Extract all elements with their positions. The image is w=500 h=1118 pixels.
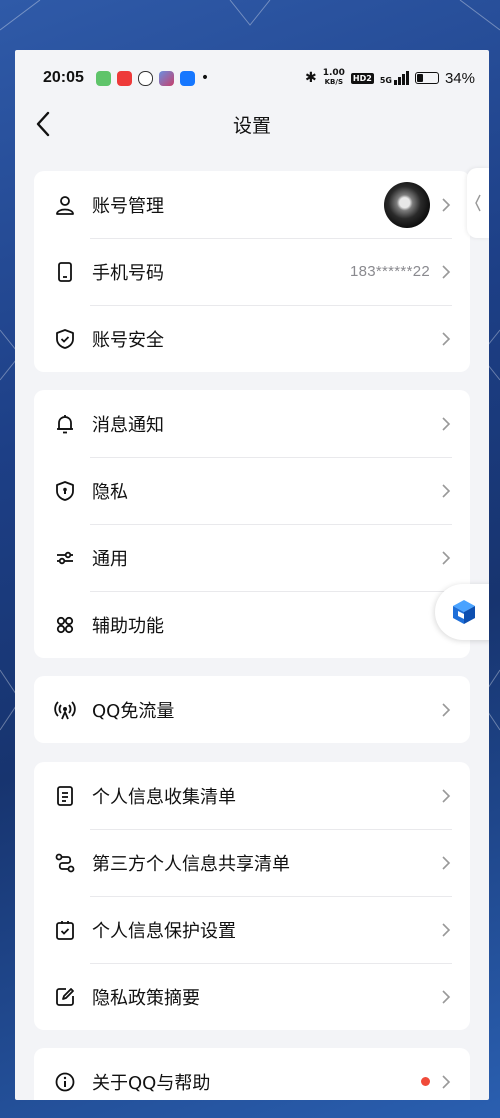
signal-type: 5G xyxy=(379,76,392,85)
chevron-right-icon xyxy=(442,264,451,279)
account-group: 账号管理 手机号码 183******22 账号安全 xyxy=(34,171,470,372)
share-icon xyxy=(54,852,76,874)
chevron-right-icon xyxy=(442,922,451,937)
chevron-right-icon xyxy=(442,483,451,498)
row-about-help[interactable]: 关于QQ与帮助 xyxy=(34,1048,470,1100)
shield-check-icon xyxy=(54,328,76,350)
row-account-security[interactable]: 账号安全 xyxy=(34,305,470,372)
privacy-shield-icon xyxy=(54,480,76,502)
phone-icon xyxy=(54,261,76,283)
chevron-right-icon xyxy=(442,416,451,431)
row-accessibility[interactable]: 辅助功能 xyxy=(34,591,470,658)
music-app-icon xyxy=(116,70,132,86)
sliders-icon xyxy=(54,547,76,569)
row-account-management[interactable]: 账号管理 xyxy=(34,171,470,238)
row-label: 个人信息收集清单 xyxy=(92,786,236,808)
notification-app-icons: • xyxy=(95,70,210,86)
phone-screen: 20:05 • ✱ 1.00 KB/S HD2 5G 34% 设置 账号管理 手… xyxy=(15,50,489,1100)
chevron-right-icon xyxy=(442,702,451,717)
bluetooth-icon: ✱ xyxy=(304,70,317,86)
row-label: 关于QQ与帮助 xyxy=(92,1072,211,1094)
new-badge-dot xyxy=(421,1077,430,1086)
signal-icon: 5G xyxy=(380,71,409,85)
row-label: 第三方个人信息共享清单 xyxy=(92,853,290,875)
row-label: 隐私政策摘要 xyxy=(92,987,200,1009)
green-app-icon xyxy=(95,70,111,86)
nav-bar: 设置 xyxy=(15,106,489,142)
user-icon xyxy=(54,194,76,216)
row-label: 账号管理 xyxy=(92,195,164,217)
more-notifications-dot: • xyxy=(200,70,210,86)
net-speed-unit: KB/S xyxy=(324,78,343,86)
chevron-right-icon xyxy=(442,331,451,346)
row-phone-number[interactable]: 手机号码 183******22 xyxy=(34,238,470,305)
wechat-icon xyxy=(137,70,153,86)
net-speed-value: 1.00 xyxy=(322,68,345,78)
chevron-right-icon xyxy=(442,788,451,803)
about-group: 关于QQ与帮助 xyxy=(34,1048,470,1100)
grid-icon xyxy=(54,614,76,636)
chevron-left-icon xyxy=(475,194,481,212)
avatar[interactable] xyxy=(384,181,430,228)
status-time: 20:05 xyxy=(43,69,84,86)
row-label: 消息通知 xyxy=(92,414,164,436)
row-label: 辅助功能 xyxy=(92,615,164,637)
row-notifications[interactable]: 消息通知 xyxy=(34,390,470,457)
row-info-collection-list[interactable]: 个人信息收集清单 xyxy=(34,762,470,829)
row-qq-free-data[interactable]: QQ免流量 xyxy=(34,676,470,743)
general-group: 消息通知 隐私 通用 辅助功能 xyxy=(34,390,470,658)
side-drawer-handle[interactable] xyxy=(467,168,489,238)
row-info-protection-settings[interactable]: 个人信息保护设置 xyxy=(34,896,470,963)
row-label: 账号安全 xyxy=(92,329,164,351)
document-icon xyxy=(54,785,76,807)
net-speed: 1.00 KB/S xyxy=(323,69,345,87)
chevron-right-icon xyxy=(442,550,451,565)
edit-icon xyxy=(54,986,76,1008)
row-privacy-policy-summary[interactable]: 隐私政策摘要 xyxy=(34,963,470,1030)
floating-assistant-button[interactable] xyxy=(435,584,489,640)
row-privacy[interactable]: 隐私 xyxy=(34,457,470,524)
checkbox-icon xyxy=(54,919,76,941)
game-app-icon xyxy=(158,70,174,86)
page-title: 设置 xyxy=(232,114,271,137)
data-free-group: QQ免流量 xyxy=(34,676,470,743)
chevron-right-icon xyxy=(442,197,451,212)
broadcast-icon xyxy=(54,699,76,721)
cube-logo-icon xyxy=(453,600,475,624)
row-label: QQ免流量 xyxy=(92,700,175,722)
row-general[interactable]: 通用 xyxy=(34,524,470,591)
info-icon xyxy=(54,1071,76,1093)
battery-fill xyxy=(416,74,424,82)
chevron-right-icon xyxy=(442,989,451,1004)
back-arrow-icon xyxy=(36,111,50,137)
chevron-right-icon xyxy=(442,1074,451,1089)
row-label: 个人信息保护设置 xyxy=(92,920,236,942)
battery-icon xyxy=(414,72,439,84)
row-label: 通用 xyxy=(92,548,128,570)
row-label: 隐私 xyxy=(92,481,128,503)
bell-icon xyxy=(54,413,76,435)
hd-badge: HD2 xyxy=(350,72,374,84)
status-bar: 20:05 • ✱ 1.00 KB/S HD2 5G 34% xyxy=(15,50,489,106)
alipay-icon xyxy=(179,70,195,86)
back-button[interactable] xyxy=(29,110,57,138)
status-right: ✱ 1.00 KB/S HD2 5G 34% xyxy=(305,69,475,87)
row-label: 手机号码 xyxy=(92,262,164,284)
chevron-right-icon xyxy=(442,855,451,870)
battery-percent: 34% xyxy=(444,69,475,87)
phone-number-value: 183******22 xyxy=(349,263,430,280)
row-third-party-sharing-list[interactable]: 第三方个人信息共享清单 xyxy=(34,829,470,896)
personal-info-group: 个人信息收集清单 第三方个人信息共享清单 个人信息保护设置 隐私政策摘要 xyxy=(34,762,470,1030)
